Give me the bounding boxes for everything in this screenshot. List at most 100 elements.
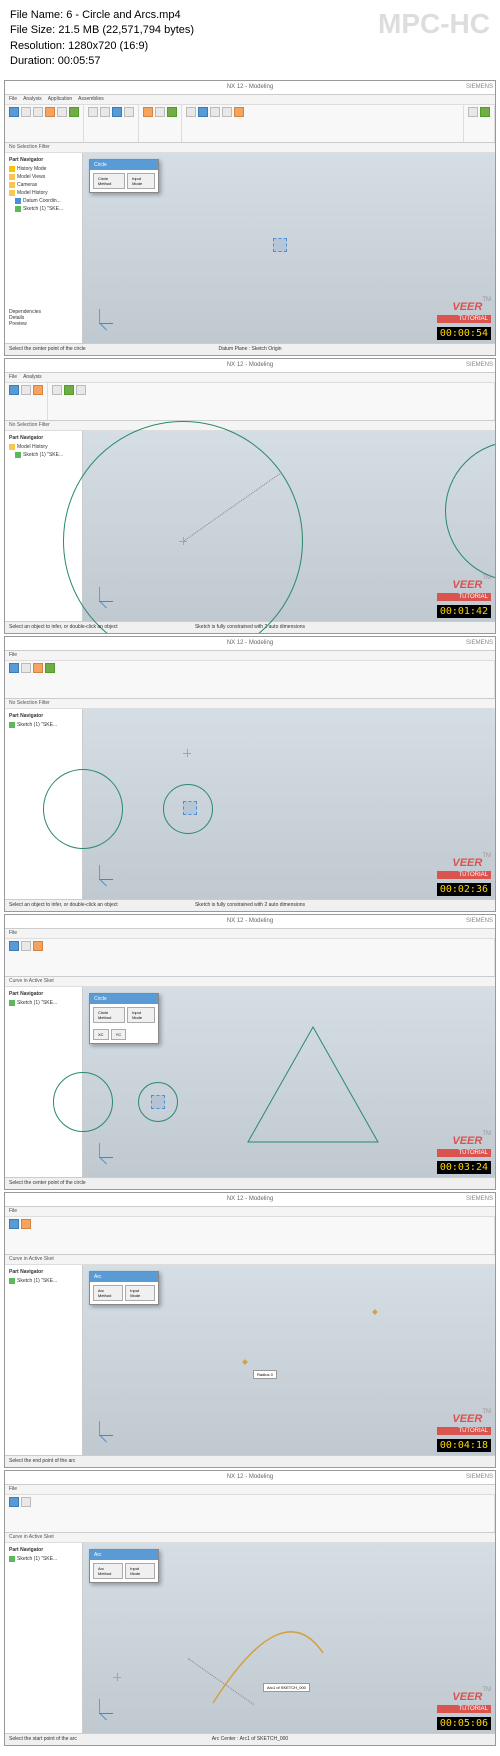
ribbon-icon[interactable] bbox=[143, 107, 153, 117]
tree-item[interactable]: History Mode bbox=[7, 165, 80, 173]
ribbon-icon[interactable] bbox=[76, 385, 86, 395]
xc-field[interactable]: XC bbox=[93, 1029, 109, 1040]
ribbon-icon[interactable] bbox=[21, 107, 31, 117]
tree-item[interactable]: Sketch (1) "SKE... bbox=[7, 999, 80, 1007]
ribbon-icon[interactable] bbox=[124, 107, 134, 117]
tree-item[interactable]: Sketch (1) "SKE... bbox=[7, 721, 80, 729]
ribbon-icon[interactable] bbox=[21, 663, 31, 673]
ribbon-icon[interactable] bbox=[112, 107, 122, 117]
circle-sketch[interactable] bbox=[43, 769, 123, 849]
menu-item[interactable]: File bbox=[9, 96, 17, 102]
ribbon-icon[interactable] bbox=[167, 107, 177, 117]
brand-label: SIEMENS bbox=[466, 84, 493, 90]
ribbon-icon[interactable] bbox=[9, 385, 19, 395]
filter-label[interactable]: Curve in Active Sket bbox=[9, 1534, 54, 1540]
tree-item[interactable]: Sketch (1) "SKE... bbox=[7, 1277, 80, 1285]
ribbon-icon[interactable] bbox=[69, 107, 79, 117]
ribbon-icon[interactable] bbox=[100, 107, 110, 117]
sidebar-section[interactable]: Dependencies bbox=[9, 309, 41, 315]
circle-sketch[interactable] bbox=[445, 441, 496, 581]
ribbon-icon[interactable] bbox=[21, 1497, 31, 1507]
ribbon-icon[interactable] bbox=[45, 663, 55, 673]
ribbon-icon[interactable] bbox=[33, 385, 43, 395]
dialog-tab[interactable]: Input Mode bbox=[125, 1285, 155, 1301]
coordinate-system-icon bbox=[93, 1147, 113, 1167]
menu-item[interactable]: Assemblies bbox=[78, 96, 104, 102]
ribbon-icon[interactable] bbox=[45, 107, 55, 117]
ribbon-icon[interactable] bbox=[9, 941, 19, 951]
ribbon-icon[interactable] bbox=[21, 1219, 31, 1229]
canvas[interactable]: Circle Circle MethodInput Mode bbox=[83, 153, 495, 343]
menu-item[interactable]: File bbox=[9, 374, 17, 380]
tree-item[interactable]: Sketch (1) "SKE... bbox=[7, 1555, 80, 1563]
dialog-tab[interactable]: Arc Method bbox=[93, 1285, 123, 1301]
circle-sketch[interactable] bbox=[53, 1072, 113, 1132]
filter-label[interactable]: Curve in Active Sket bbox=[9, 1256, 54, 1262]
arc-dialog[interactable]: Arc Arc MethodInput Mode bbox=[89, 1549, 159, 1583]
dialog-tab[interactable]: Circle Method bbox=[93, 173, 125, 189]
dialog-tab[interactable]: Arc Method bbox=[93, 1563, 123, 1579]
ribbon-icon[interactable] bbox=[9, 663, 19, 673]
dialog-tab[interactable]: Circle Method bbox=[93, 1007, 125, 1023]
arc-dialog[interactable]: Arc Arc MethodInput Mode bbox=[89, 1271, 159, 1305]
filter-label[interactable]: Curve in Active Sket bbox=[9, 978, 54, 984]
ribbon-icon[interactable] bbox=[33, 107, 43, 117]
yc-field[interactable]: YC bbox=[111, 1029, 127, 1040]
watermark: VEERTMTUTORIAL00:05:06 bbox=[437, 1687, 491, 1731]
ribbon-icon[interactable] bbox=[468, 107, 478, 117]
tree-item[interactable]: Model History bbox=[7, 443, 80, 451]
ribbon-icon[interactable] bbox=[234, 107, 244, 117]
tutorial-label: TUTORIAL bbox=[437, 871, 491, 879]
dialog-tab[interactable]: Input Mode bbox=[125, 1563, 155, 1579]
ribbon-icon[interactable] bbox=[33, 941, 43, 951]
ribbon-icon[interactable] bbox=[57, 107, 67, 117]
filter-label[interactable]: No Selection Filter bbox=[9, 144, 50, 150]
menu-item[interactable]: File bbox=[9, 1208, 17, 1214]
sidebar-section[interactable]: Preview bbox=[9, 321, 41, 327]
ribbon-icon[interactable] bbox=[52, 385, 62, 395]
watermark: VEERTMTUTORIAL00:04:18 bbox=[437, 1409, 491, 1453]
menu-item[interactable]: Analysis bbox=[23, 374, 42, 380]
canvas[interactable] bbox=[83, 709, 495, 899]
canvas[interactable]: Circle Circle MethodInput Mode XCYC bbox=[83, 987, 495, 1177]
circle-dialog[interactable]: Circle Circle MethodInput Mode bbox=[89, 159, 159, 193]
arc-sketch[interactable] bbox=[183, 1573, 333, 1723]
filter-label[interactable]: No Selection Filter bbox=[9, 700, 50, 706]
tree-item[interactable]: Model Views bbox=[7, 173, 80, 181]
ribbon-icon[interactable] bbox=[155, 107, 165, 117]
ribbon-icon[interactable] bbox=[88, 107, 98, 117]
ribbon-icon[interactable] bbox=[186, 107, 196, 117]
dialog-tab[interactable]: Input Mode bbox=[127, 1007, 155, 1023]
resolution-label: Resolution: bbox=[10, 40, 65, 52]
menu-item[interactable]: File bbox=[9, 652, 17, 658]
ribbon-icon[interactable] bbox=[33, 663, 43, 673]
ribbon-icon[interactable] bbox=[480, 107, 490, 117]
tree-item[interactable]: Datum Coordin... bbox=[7, 197, 80, 205]
ribbon-icon[interactable] bbox=[222, 107, 232, 117]
ribbon-icon[interactable] bbox=[9, 1219, 19, 1229]
ribbon-icon[interactable] bbox=[9, 1497, 19, 1507]
ribbon-icon[interactable] bbox=[64, 385, 74, 395]
canvas[interactable]: Arc Arc MethodInput Mode Radius 0 bbox=[83, 1265, 495, 1455]
tree-item[interactable]: Sketch (1) "SKE... bbox=[7, 451, 80, 459]
ribbon-icon[interactable] bbox=[198, 107, 208, 117]
triangle-sketch[interactable] bbox=[243, 1022, 383, 1152]
menubar: File Analysis Application Assemblies bbox=[5, 95, 495, 105]
ribbon-icon[interactable] bbox=[21, 385, 31, 395]
dialog-tab[interactable]: Input Mode bbox=[127, 173, 155, 189]
menu-item[interactable]: Analysis bbox=[23, 96, 42, 102]
tree-item[interactable]: Sketch (1) "SKE... bbox=[7, 205, 80, 213]
filter-label[interactable]: No Selection Filter bbox=[9, 422, 50, 428]
ribbon-icon[interactable] bbox=[210, 107, 220, 117]
menu-item[interactable]: Application bbox=[48, 96, 72, 102]
menu-item[interactable]: File bbox=[9, 930, 17, 936]
tree-item[interactable]: Cameras bbox=[7, 181, 80, 189]
canvas[interactable]: Arc Arc MethodInput Mode Arc1 of SKETCH_… bbox=[83, 1543, 495, 1733]
ribbon-icon[interactable] bbox=[21, 941, 31, 951]
tree-item[interactable]: Model History bbox=[7, 189, 80, 197]
circle-dialog[interactable]: Circle Circle MethodInput Mode XCYC bbox=[89, 993, 159, 1044]
ribbon-group bbox=[5, 1495, 495, 1532]
ribbon-icon[interactable] bbox=[9, 107, 19, 117]
canvas[interactable] bbox=[83, 431, 495, 621]
menu-item[interactable]: File bbox=[9, 1486, 17, 1492]
